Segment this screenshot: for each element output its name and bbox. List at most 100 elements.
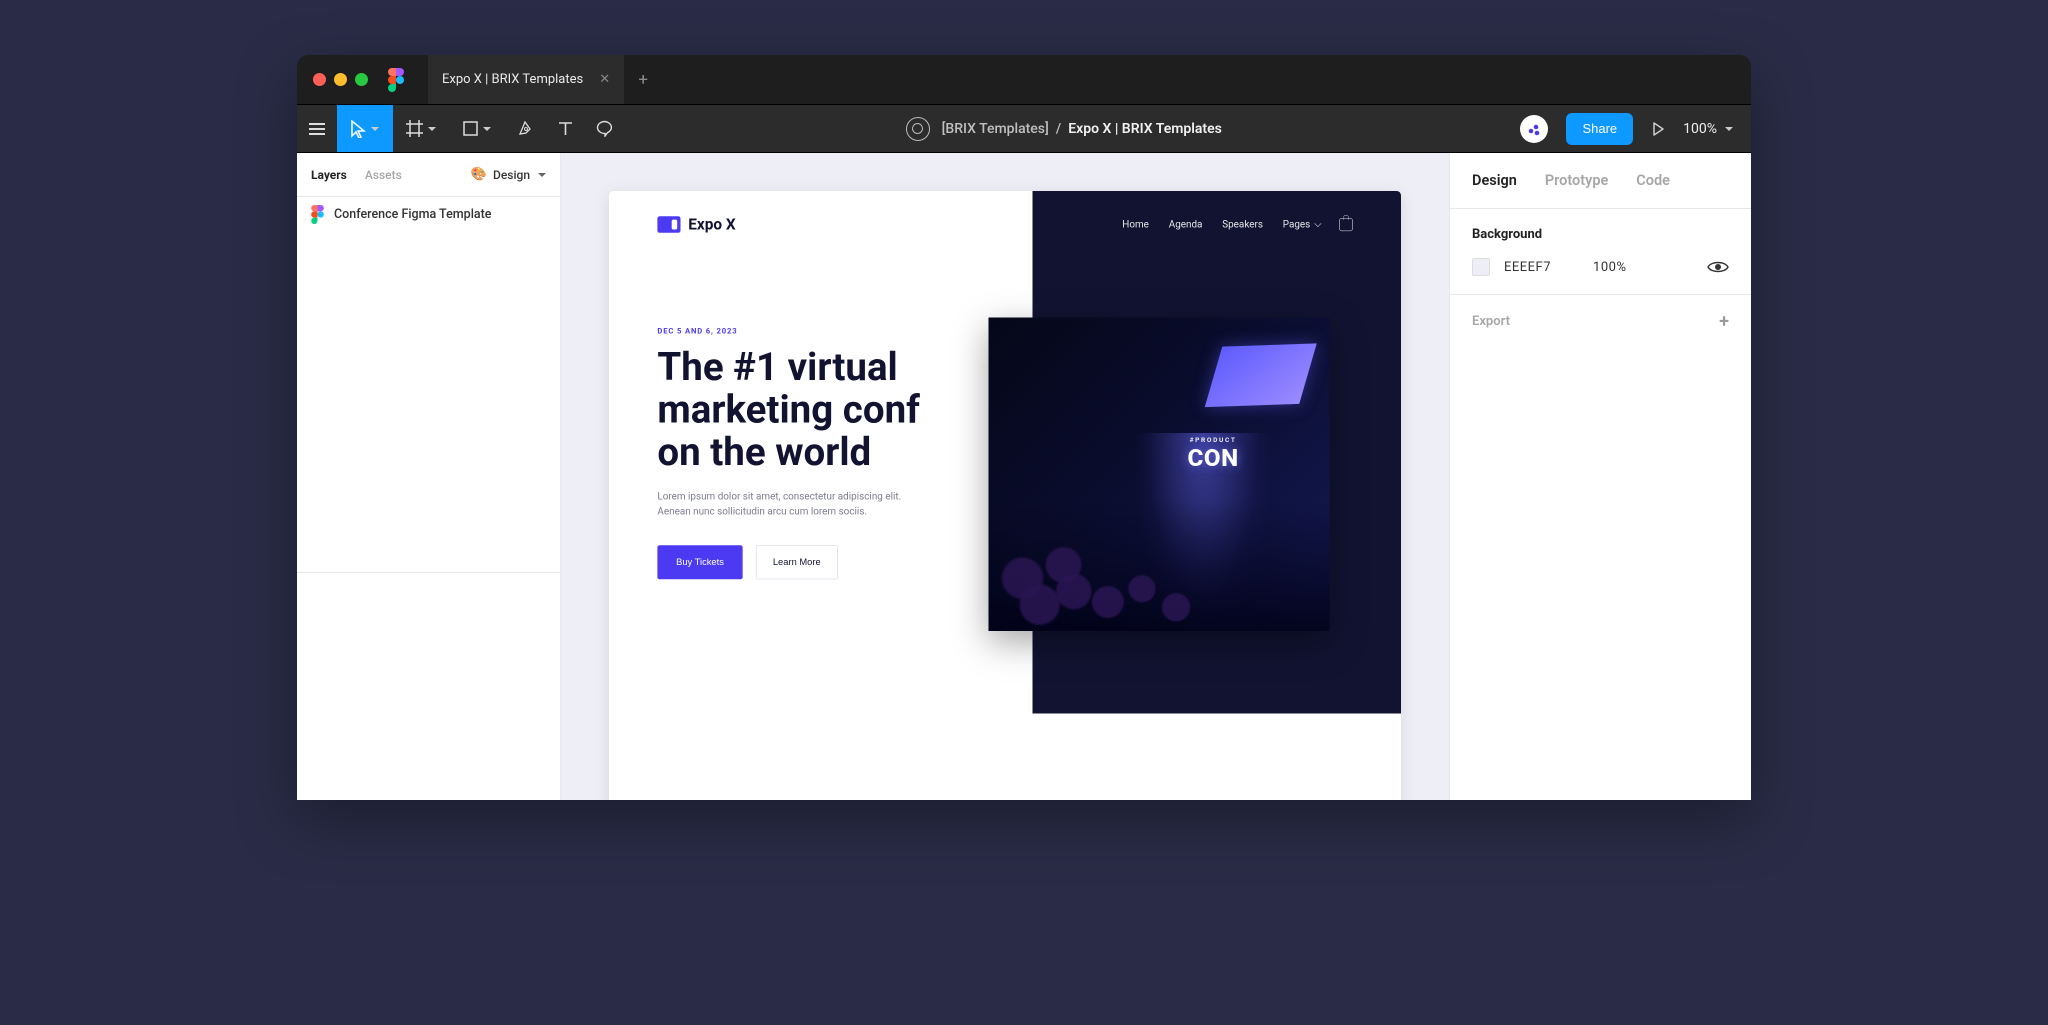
- nav-pages-label: Pages: [1283, 219, 1311, 231]
- export-heading: Export: [1472, 314, 1510, 329]
- left-panel-spacer: [297, 572, 560, 800]
- chevron-down-icon: [1725, 127, 1733, 131]
- layer-label: Conference Figma Template: [334, 207, 492, 222]
- background-heading: Background: [1472, 227, 1729, 242]
- tab-layers[interactable]: Layers: [311, 168, 347, 182]
- left-panel-header: Layers Assets Design: [297, 153, 560, 197]
- visibility-toggle[interactable]: [1707, 260, 1729, 274]
- export-section: Export +: [1450, 295, 1751, 348]
- add-export-button[interactable]: +: [1719, 311, 1729, 332]
- hero-title-l1: The #1 virtual: [657, 345, 897, 390]
- nav-speakers[interactable]: Speakers: [1222, 219, 1263, 231]
- active-file-tab[interactable]: Expo X | BRIX Templates ✕: [428, 55, 624, 104]
- figma-logo-icon: [388, 68, 404, 92]
- hero-title: The #1 virtual marketing conf on the wor…: [657, 347, 939, 474]
- share-button[interactable]: Share: [1566, 113, 1633, 145]
- figma-file-icon: [311, 205, 324, 224]
- nav-home[interactable]: Home: [1122, 219, 1149, 231]
- artboard[interactable]: Expo X Home Agenda Speakers Pages: [609, 191, 1401, 800]
- brand-logo-icon: [657, 216, 680, 233]
- stage-banner: #PRODUCT CON: [1188, 436, 1239, 472]
- stage-banner-sub: #PRODUCT: [1188, 436, 1239, 444]
- stage-screen-graphic: [1205, 343, 1317, 407]
- layer-row[interactable]: Conference Figma Template: [297, 197, 560, 232]
- buy-tickets-button[interactable]: Buy Tickets: [657, 545, 742, 579]
- breadcrumb-file: Expo X | BRIX Templates: [1068, 121, 1222, 137]
- zoom-dropdown[interactable]: 100%: [1683, 121, 1733, 137]
- right-panel: Design Prototype Code Background EEEEF7 …: [1449, 153, 1751, 800]
- learn-more-button[interactable]: Learn More: [756, 545, 838, 579]
- left-panel: Layers Assets Design Conference Figma Te…: [297, 153, 561, 800]
- main-menu-button[interactable]: [297, 105, 337, 152]
- chevron-down-icon: [538, 173, 546, 177]
- breadcrumb-project: [BRIX Templates]: [942, 121, 1049, 137]
- frame-tool-button[interactable]: [393, 105, 449, 152]
- move-tool-button[interactable]: [337, 105, 393, 152]
- tool-bar: [BRIX Templates] / Expo X | BRIX Templat…: [297, 105, 1751, 153]
- close-window-button[interactable]: [313, 73, 326, 86]
- pages-dropdown[interactable]: Design: [471, 167, 546, 182]
- background-swatch[interactable]: [1472, 258, 1490, 276]
- text-icon: [558, 121, 573, 136]
- tab-assets[interactable]: Assets: [365, 168, 402, 182]
- new-tab-button[interactable]: +: [624, 70, 662, 90]
- nav-agenda[interactable]: Agenda: [1169, 219, 1203, 231]
- pen-tool-button[interactable]: [505, 105, 545, 152]
- chevron-down-icon: [371, 127, 379, 131]
- hero-ctas: Buy Tickets Learn More: [657, 545, 939, 579]
- background-color-row: EEEEF7 100%: [1472, 258, 1729, 276]
- site-nav: Home Agenda Speakers Pages: [1122, 218, 1352, 231]
- nav-pages[interactable]: Pages: [1283, 219, 1320, 231]
- play-icon: [1651, 122, 1665, 136]
- owner-avatar-icon: [906, 117, 930, 141]
- tab-prototype[interactable]: Prototype: [1545, 172, 1608, 189]
- hero-image: #PRODUCT CON: [989, 318, 1330, 632]
- tool-bar-left: [297, 105, 625, 152]
- present-button[interactable]: [1651, 105, 1665, 152]
- maximize-window-button[interactable]: [355, 73, 368, 86]
- left-panel-tabs: Layers Assets: [311, 168, 402, 182]
- hamburger-icon: [309, 123, 325, 135]
- frame-icon: [406, 120, 423, 137]
- zoom-level: 100%: [1683, 121, 1717, 137]
- chevron-down-icon: [428, 127, 436, 131]
- chevron-down-icon: [1314, 220, 1321, 227]
- shape-tool-button[interactable]: [449, 105, 505, 152]
- hero-title-l3: on the world: [657, 430, 871, 475]
- tab-design[interactable]: Design: [1472, 172, 1517, 189]
- background-opacity[interactable]: 100%: [1593, 260, 1626, 275]
- hero-date: DEC 5 AND 6, 2023: [657, 327, 939, 336]
- pen-icon: [517, 120, 534, 137]
- site-header: Expo X Home Agenda Speakers Pages: [609, 191, 1401, 233]
- crowd-graphic: [989, 499, 1330, 631]
- canvas[interactable]: Expo X Home Agenda Speakers Pages: [561, 153, 1449, 800]
- comment-tool-button[interactable]: [585, 105, 625, 152]
- cursor-icon: [351, 120, 366, 138]
- hero-body: Lorem ipsum dolor sit amet, consectetur …: [657, 489, 910, 519]
- tab-code[interactable]: Code: [1636, 172, 1670, 189]
- background-section: Background EEEEF7 100%: [1450, 209, 1751, 295]
- user-avatar[interactable]: [1520, 115, 1548, 143]
- figma-window: Expo X | BRIX Templates ✕ +: [297, 55, 1751, 800]
- window-controls: [313, 73, 368, 86]
- brand: Expo X: [657, 215, 735, 233]
- title-bar: Expo X | BRIX Templates ✕ +: [297, 55, 1751, 105]
- page-name: Design: [493, 168, 530, 182]
- rectangle-icon: [463, 121, 478, 136]
- background-hex[interactable]: EEEEF7: [1504, 260, 1551, 275]
- main-area: Layers Assets Design Conference Figma Te…: [297, 153, 1751, 800]
- text-tool-button[interactable]: [545, 105, 585, 152]
- minimize-window-button[interactable]: [334, 73, 347, 86]
- chat-icon: [596, 120, 614, 137]
- tool-bar-right: Share 100%: [1502, 105, 1751, 152]
- eye-icon: [1707, 260, 1729, 274]
- close-tab-icon[interactable]: ✕: [599, 72, 610, 87]
- cart-icon[interactable]: [1339, 218, 1352, 231]
- file-breadcrumb[interactable]: [BRIX Templates] / Expo X | BRIX Templat…: [625, 117, 1502, 141]
- chevron-down-icon: [483, 127, 491, 131]
- user-dots-icon: [1526, 121, 1542, 137]
- brand-name: Expo X: [688, 215, 735, 233]
- hero-title-l2: marketing conf: [657, 387, 920, 432]
- tab-title: Expo X | BRIX Templates: [442, 72, 583, 87]
- stage-banner-main: CON: [1188, 443, 1239, 472]
